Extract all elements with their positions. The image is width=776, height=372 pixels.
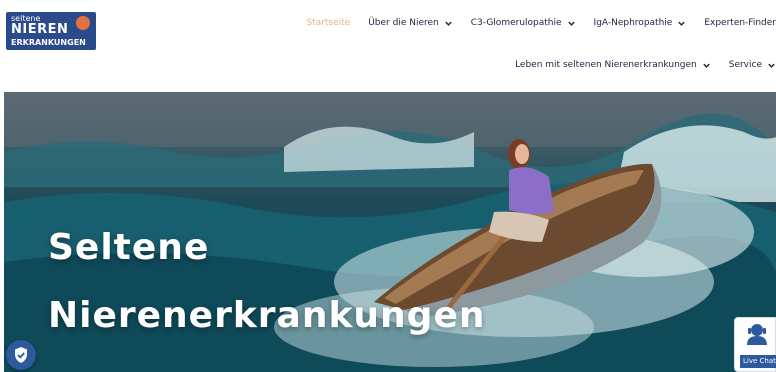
nav-item-c3-glomerulopathie[interactable]: C3-Glomerulopathie bbox=[471, 18, 576, 28]
shield-check-icon bbox=[15, 347, 27, 363]
live-chat-button[interactable]: Live Chat bbox=[734, 317, 776, 372]
site-header: seltene NIEREN ERKRANKUNGEN Startseite Ü… bbox=[0, 0, 776, 92]
logo-line-3: ERKRANKUNGEN bbox=[11, 38, 86, 47]
nav-item-label: Leben mit seltenen Nierenerkrankungen bbox=[515, 60, 697, 70]
nav-item-label: Startseite bbox=[306, 18, 351, 28]
main-nav-row-1: Startseite Über die Nieren C3-Glomerulop… bbox=[288, 18, 776, 28]
chevron-down-icon bbox=[677, 19, 686, 28]
hero-banner: Seltene Nierenerkrankungen bbox=[4, 92, 776, 372]
logo-line-2: NIEREN bbox=[11, 22, 69, 37]
nav-item-label: IgA-Nephropathie bbox=[593, 18, 673, 28]
site-logo[interactable]: seltene NIEREN ERKRANKUNGEN bbox=[6, 12, 96, 50]
live-chat-label: Live Chat bbox=[740, 355, 776, 368]
chevron-down-icon bbox=[702, 61, 711, 70]
nav-item-ueber-die-nieren[interactable]: Über die Nieren bbox=[368, 18, 453, 28]
nav-item-label: C3-Glomerulopathie bbox=[470, 18, 562, 28]
nav-item-startseite[interactable]: Startseite bbox=[306, 18, 350, 28]
chevron-down-icon bbox=[444, 19, 453, 28]
chevron-down-icon bbox=[567, 19, 576, 28]
nav-item-label: Service bbox=[728, 60, 762, 70]
nav-item-service[interactable]: Service bbox=[729, 60, 776, 70]
person-chat-icon bbox=[746, 322, 768, 350]
nav-item-leben-mit[interactable]: Leben mit seltenen Nierenerkrankungen bbox=[515, 60, 711, 70]
nav-item-experten-finder[interactable]: Experten-Finder bbox=[704, 18, 776, 28]
hero-title-line-2: Nierenerkrankungen bbox=[48, 295, 486, 336]
nav-item-label: Über die Nieren bbox=[368, 18, 439, 28]
privacy-settings-button[interactable] bbox=[6, 340, 36, 370]
chevron-down-icon bbox=[767, 61, 776, 70]
nav-item-label: Experten-Finder bbox=[704, 18, 776, 28]
kidney-logo-icon bbox=[76, 16, 90, 30]
hero-title-line-1: Seltene bbox=[48, 227, 210, 268]
nav-item-iga-nephropathie[interactable]: IgA-Nephropathie bbox=[594, 18, 687, 28]
main-nav-row-2: Leben mit seltenen Nierenerkrankungen Se… bbox=[497, 60, 776, 70]
